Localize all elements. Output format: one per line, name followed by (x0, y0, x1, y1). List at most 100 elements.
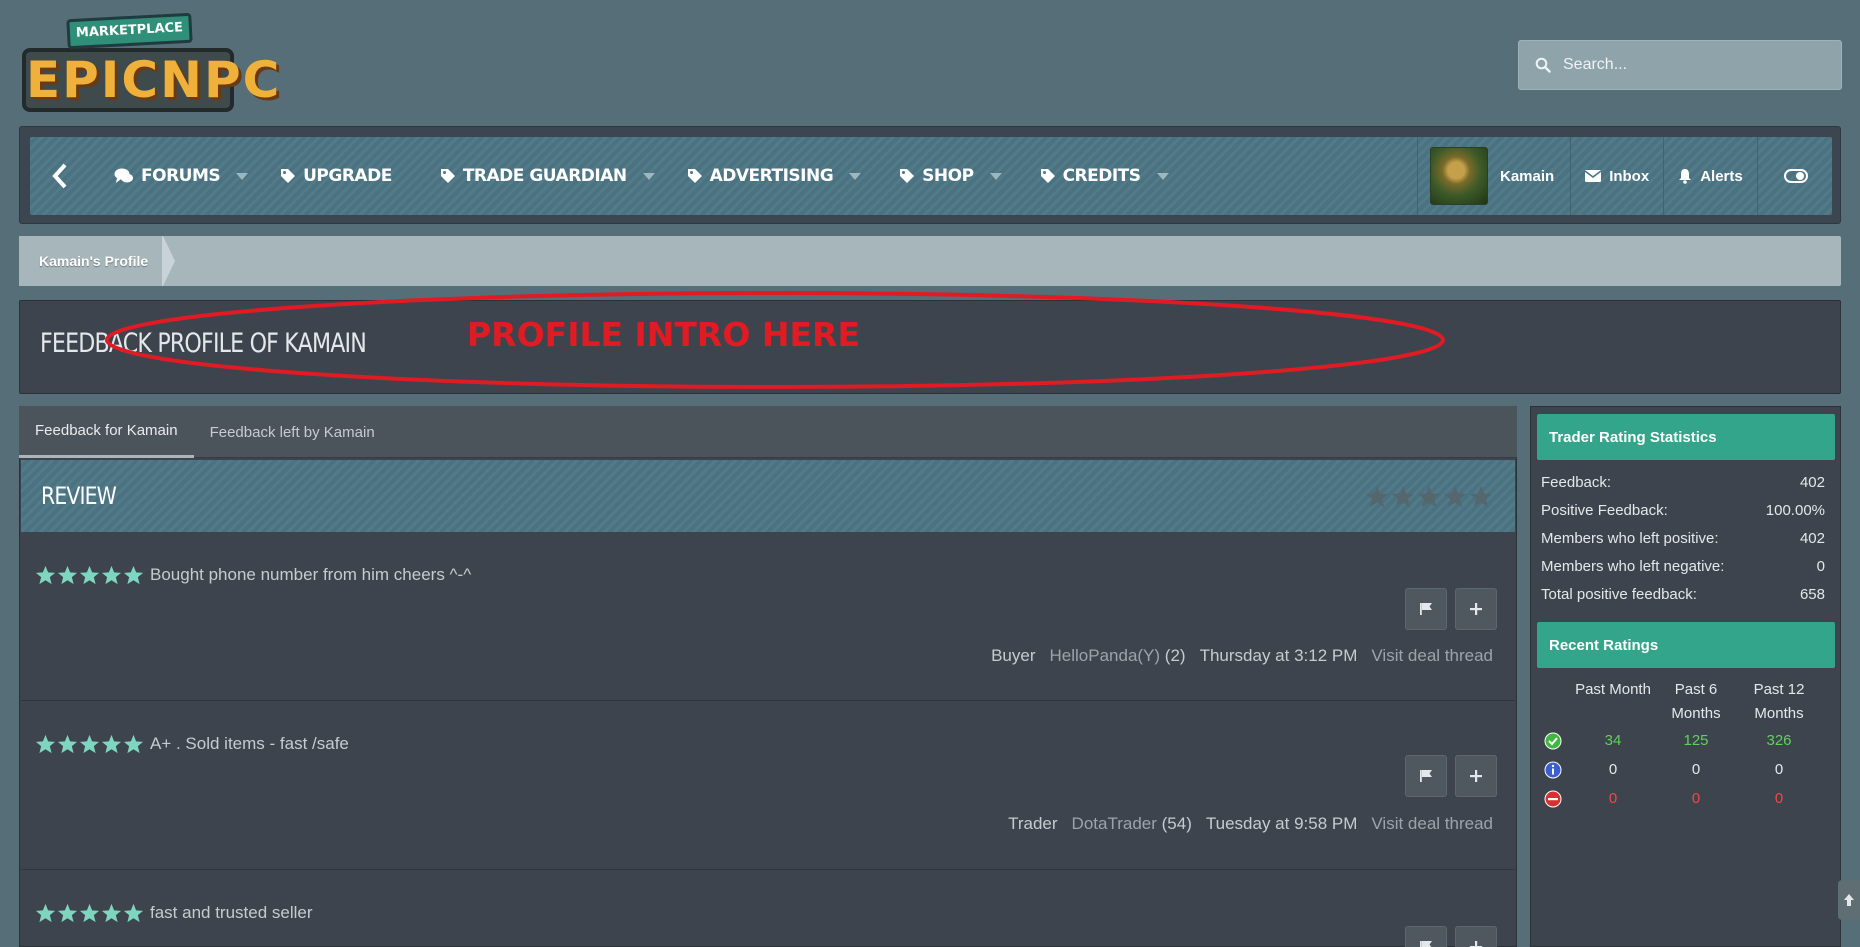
nav-upgrade-label: UPGRADE (303, 166, 392, 186)
nav-alerts[interactable]: Alerts (1663, 137, 1757, 215)
rating-input[interactable] (1365, 485, 1493, 508)
recent-ratings-title: Recent Ratings (1537, 622, 1835, 668)
check-circle-icon (1544, 732, 1562, 749)
plus-icon (1470, 603, 1482, 615)
logo-banner: MARKETPLACE (66, 12, 193, 50)
feedback-text: A+ . Sold items - fast /safe (150, 734, 349, 753)
stat-label: Total positive feedback: (1541, 585, 1697, 603)
review-title: REVIEW (41, 482, 117, 510)
column-header: Past 12 Months (1753, 681, 1805, 722)
star-icon (79, 734, 100, 754)
report-button[interactable] (1405, 588, 1447, 630)
star-icon (101, 903, 122, 923)
nav-upgrade[interactable]: UPGRADE (262, 137, 406, 215)
stat-value: 402 (1799, 529, 1825, 547)
star-icon[interactable] (1391, 485, 1415, 508)
star-icon[interactable] (1469, 485, 1493, 508)
rating-value: 0 (1774, 790, 1784, 807)
stat-value: 402 (1799, 473, 1825, 491)
add-button[interactable] (1455, 755, 1497, 797)
nav-advertising[interactable]: ADVERTISING (669, 137, 876, 215)
feedback-actions (1405, 588, 1497, 630)
tab-feedback-for[interactable]: Feedback for Kamain (19, 406, 194, 458)
feedback-content: fast and trusted seller (35, 903, 313, 923)
rating-value: 0 (1608, 790, 1618, 807)
report-button[interactable] (1405, 755, 1447, 797)
nav-alerts-label: Alerts (1700, 167, 1743, 185)
nav-advertising-label: ADVERTISING (709, 166, 834, 186)
nav-inbox-label: Inbox (1609, 167, 1650, 185)
feedback-actions (1405, 755, 1497, 797)
plus-icon (1470, 941, 1482, 947)
deal-thread-link[interactable]: Visit deal thread (1371, 814, 1493, 834)
star-icon (123, 565, 144, 585)
chevron-down-icon[interactable] (642, 172, 655, 180)
nav-credits[interactable]: CREDITS (1016, 137, 1183, 215)
tab-feedback-left-by[interactable]: Feedback left by Kamain (194, 406, 391, 458)
style-toggle[interactable] (1756, 137, 1835, 215)
star-icon (57, 734, 78, 754)
chevron-down-icon[interactable] (989, 172, 1002, 180)
nav-shop[interactable]: SHOP (875, 137, 1015, 215)
chevron-left-icon (52, 163, 67, 189)
report-button[interactable] (1405, 926, 1447, 947)
chevron-down-icon[interactable] (849, 172, 862, 180)
feedback-date: Tuesday at 9:58 PM (1205, 814, 1358, 833)
star-icon (123, 734, 144, 754)
site-logo[interactable]: EPICNPC MARKETPLACE (22, 12, 279, 120)
rating-value: 326 (1766, 732, 1792, 749)
add-button[interactable] (1455, 926, 1497, 947)
star-icon[interactable] (1417, 485, 1441, 508)
breadcrumb-trail: Kamain's Profile (19, 236, 176, 286)
star-icon[interactable] (1365, 485, 1389, 508)
rating-value: 0 (1608, 761, 1618, 778)
chevron-down-icon[interactable] (236, 172, 249, 180)
stat-label: Members who left positive: (1541, 529, 1719, 547)
deal-thread-link[interactable]: Visit deal thread (1371, 646, 1493, 666)
nav-forums[interactable]: FORUMS (90, 137, 262, 215)
nav-trade-guardian[interactable]: TRADE GUARDIAN (406, 137, 669, 215)
feedback-user-link[interactable]: HelloPanda(Y) (1050, 646, 1161, 665)
feedback-meta: Buyer HelloPanda(Y) (2) Thursday at 3:12… (991, 646, 1493, 666)
rating-stars (35, 734, 144, 754)
info-circle-icon (1544, 761, 1562, 778)
star-icon (79, 565, 100, 585)
ratings-row-neutral: 0 0 0 (1537, 755, 1835, 784)
logo-wordmark: EPICNPC (22, 48, 279, 112)
feedback-user-count: (2) (1164, 646, 1186, 665)
recent-ratings-header: Past Month Past 6 Months Past 12 Months (1537, 678, 1835, 726)
rating-stars (35, 903, 144, 923)
stat-value: 658 (1799, 585, 1825, 603)
stat-row: Total positive feedback: 658 (1541, 580, 1825, 608)
nav-user-menu[interactable]: Kamain (1417, 137, 1570, 215)
tag-icon (687, 168, 703, 184)
star-icon (123, 903, 144, 923)
feedback-user-count: (54) (1161, 814, 1192, 833)
rating-value: 0 (1691, 790, 1701, 807)
rating-value: 125 (1683, 732, 1709, 749)
nav-inbox[interactable]: Inbox (1570, 137, 1663, 215)
nav-username: Kamain (1500, 167, 1555, 185)
ratings-row-negative: 0 0 0 (1537, 784, 1835, 813)
feedback-item: Bought phone number from him cheers ^-^ … (21, 533, 1515, 701)
search-box[interactable]: Search... (1518, 40, 1842, 90)
scroll-top-button[interactable] (1838, 880, 1860, 920)
stat-label: Feedback: (1541, 473, 1612, 491)
star-icon[interactable] (1443, 485, 1467, 508)
nav-forums-label: FORUMS (141, 166, 221, 186)
feedback-role: Trader (1008, 814, 1058, 833)
column-header: Past Month (1575, 681, 1651, 698)
nav-back-button[interactable] (30, 137, 90, 215)
breadcrumb-item[interactable]: Kamain's Profile (19, 236, 164, 286)
comments-icon (114, 168, 134, 184)
bell-icon (1678, 168, 1692, 184)
flag-icon (1420, 941, 1432, 947)
search-input[interactable]: Search... (1563, 56, 1627, 74)
feedback-role: Buyer (991, 646, 1036, 665)
feedback-user-link[interactable]: DotaTrader (1072, 814, 1157, 833)
rating-value: 0 (1774, 761, 1784, 778)
stat-row: Positive Feedback: 100.00% (1541, 496, 1825, 524)
add-button[interactable] (1455, 588, 1497, 630)
avatar[interactable] (1430, 147, 1488, 205)
chevron-down-icon[interactable] (1156, 172, 1169, 180)
